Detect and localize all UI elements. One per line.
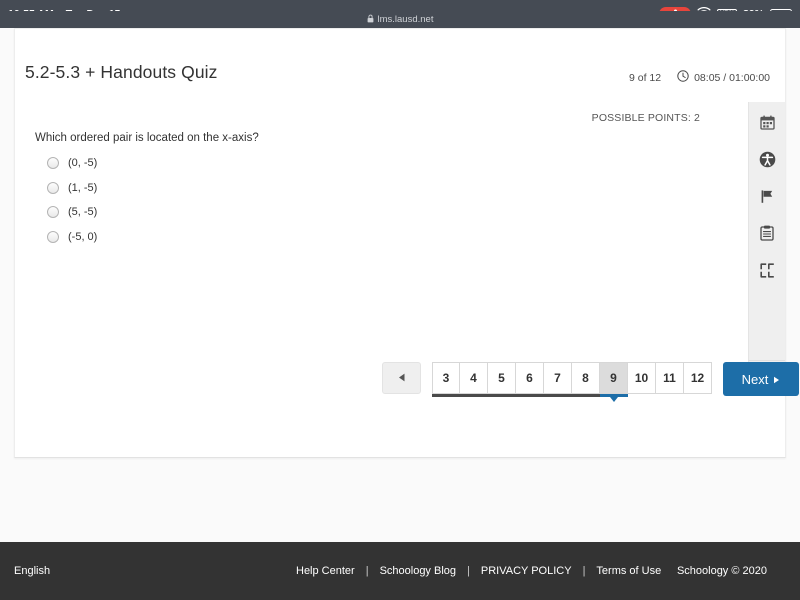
footer-link-help-center[interactable]: Help Center (296, 565, 355, 577)
answer-option-label: (0, -5) (68, 157, 98, 169)
question-progress: 9 of 12 (628, 71, 662, 84)
page-number-10[interactable]: 10 (628, 362, 656, 394)
footer-link-terms-of-use[interactable]: Terms of Use (596, 565, 661, 577)
page-number-list: 3 4 5 6 7 8 9 10 11 12 (432, 362, 712, 402)
answer-option[interactable]: (0, -5) (47, 157, 97, 169)
quiz-meta: 9 of 12 08:05 / 01:00:00 (629, 70, 770, 85)
lock-icon (367, 14, 374, 26)
radio-button[interactable] (47, 157, 59, 169)
accessibility-icon[interactable] (756, 148, 778, 170)
browser-url-bar[interactable]: lms.lausd.net (0, 11, 800, 28)
page-number-12[interactable]: 12 (684, 362, 712, 394)
flag-icon[interactable] (756, 185, 778, 207)
footer-separator: | (365, 565, 369, 577)
page-number-11[interactable]: 11 (656, 362, 684, 394)
fullscreen-icon[interactable] (756, 259, 778, 281)
quiz-card: 5.2-5.3 + Handouts Quiz 9 of 12 08:05 / … (14, 28, 799, 458)
answer-option[interactable]: (-5, 0) (47, 230, 98, 243)
answer-option[interactable]: (5, -5) (47, 206, 97, 218)
answer-options-list: (0, -5) (1, -5) (5, -5) (-5, 0) (47, 157, 97, 243)
radio-button[interactable] (47, 206, 59, 218)
answer-option-label: (1, -5) (68, 181, 98, 194)
footer-links: Help Center | Schoology Blog | PRIVACY POLIC… (296, 565, 661, 577)
clipboard-icon[interactable] (756, 222, 778, 244)
possible-points-label: POSSIBLE POINTS: 2 (591, 112, 700, 124)
clock-icon (677, 70, 689, 85)
timer-text: 08:05 / 01:00:00 (694, 71, 770, 84)
footer-link-schoology-blog[interactable]: Schoology Blog (380, 565, 456, 577)
triangle-right-icon (773, 372, 780, 387)
next-button[interactable]: Next (723, 362, 799, 396)
footer-separator: | (467, 565, 470, 577)
answer-option-label: (-5, 0) (68, 230, 98, 243)
radio-button[interactable] (47, 181, 59, 194)
answer-option[interactable]: (1, -5) (47, 181, 98, 194)
quiz-tool-rail (748, 102, 785, 360)
pagination: 3 4 5 6 7 8 9 10 11 12 Next (382, 362, 799, 402)
triangle-left-icon (398, 369, 406, 387)
calendar-icon[interactable] (756, 111, 778, 133)
site-footer: English Help Center | Schoology Blog | PRIVA… (0, 542, 800, 600)
active-page-caret (610, 397, 618, 402)
footer-copyright: Schoology © 2020 (676, 565, 767, 577)
page-body: 5.2-5.3 + Handouts Quiz 9 of 12 08:05 / … (0, 28, 800, 600)
page-number-5[interactable]: 5 (488, 362, 516, 394)
question-text: Which ordered pair is located on the x-a… (35, 132, 259, 144)
language-selector[interactable]: English (14, 565, 50, 577)
url-text: lms.lausd.net (377, 14, 434, 25)
radio-button[interactable] (47, 230, 59, 243)
page-number-7[interactable]: 7 (544, 362, 572, 394)
footer-separator: | (582, 565, 586, 577)
page-number-3[interactable]: 3 (432, 362, 460, 394)
page-title: 5.2-5.3 + Handouts Quiz (25, 62, 218, 82)
answer-option-label: (5, -5) (68, 206, 98, 218)
pagination-progress-bar (432, 394, 600, 397)
footer-link-privacy-policy[interactable]: PRIVACY POLICY (481, 565, 572, 577)
page-number-4[interactable]: 4 (460, 362, 488, 394)
quiz-timer: 08:05 / 01:00:00 (677, 70, 770, 85)
page-number-9[interactable]: 9 (600, 362, 628, 394)
page-number-6[interactable]: 6 (516, 362, 544, 394)
next-button-label: Next (741, 371, 769, 387)
previous-page-button[interactable] (382, 362, 421, 394)
page-number-8[interactable]: 8 (572, 362, 600, 394)
